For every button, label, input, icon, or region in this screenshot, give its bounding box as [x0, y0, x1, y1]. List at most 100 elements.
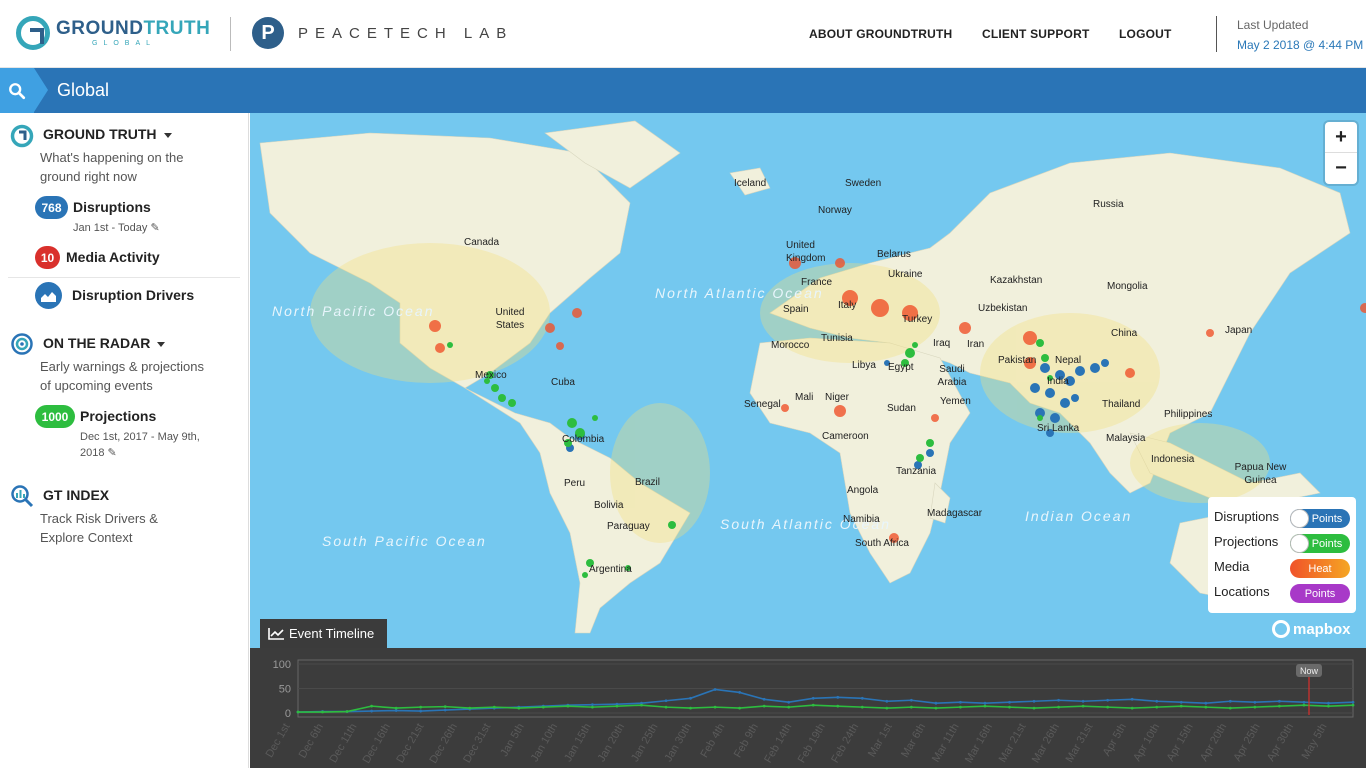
timeline-point	[1106, 705, 1110, 709]
now-label: Now	[1300, 666, 1319, 676]
media-activity-link[interactable]: Media Activity	[66, 249, 160, 265]
mapbox-logo-icon	[1272, 620, 1290, 638]
ground-truth-heading[interactable]: GROUND TRUTH	[43, 126, 172, 142]
country-label: United Kingdom	[786, 240, 826, 264]
timeline-point	[885, 699, 889, 703]
timeline-point	[517, 706, 521, 710]
x-tick-label: Jan 25th	[629, 722, 660, 765]
mapbox-attribution[interactable]: mapbox	[1272, 620, 1351, 638]
disruptions-date: Jan 1st - Today	[73, 222, 148, 234]
country-label: Ukraine	[888, 269, 923, 280]
timeline-point	[1032, 699, 1036, 703]
projections-date: Dec 1st, 2017 - May 9th, 2018	[80, 431, 200, 459]
timeline-point	[738, 691, 742, 694]
search-button[interactable]	[0, 68, 34, 113]
disruptions-toggle[interactable]: Points	[1290, 509, 1350, 528]
timeline-point	[909, 698, 913, 702]
x-tick-label: Apr 10th	[1131, 722, 1162, 764]
x-tick-label: Jan 30th	[663, 722, 694, 765]
gt-index-title[interactable]: GT INDEX	[43, 487, 109, 503]
top-bar: GROUNDTRUTH GLOBAL P PEACETECH LAB ABOUT…	[0, 0, 1366, 68]
projections-date-range[interactable]: Dec 1st, 2017 - May 9th, 2018 ✎	[80, 429, 220, 461]
ocean-label: North Pacific Ocean	[272, 303, 435, 319]
timeline-point	[762, 697, 766, 701]
country-label: Thailand	[1102, 399, 1141, 410]
nav-logout[interactable]: LOGOUT	[1119, 27, 1172, 41]
country-label: Pakistan	[998, 355, 1037, 366]
ocean-label: South Pacific Ocean	[322, 533, 487, 549]
mapbox-text: mapbox	[1293, 620, 1351, 638]
nav-client-support[interactable]: CLIENT SUPPORT	[982, 27, 1089, 41]
timeline-point	[394, 706, 398, 710]
timeline-point	[566, 704, 570, 708]
legend-projections-label: Projections	[1214, 534, 1279, 549]
groundtruth-logo[interactable]: GROUNDTRUTH GLOBAL	[16, 16, 210, 50]
timeline-point	[664, 705, 668, 709]
peacetech-logo[interactable]: P PEACETECH LAB	[252, 17, 513, 49]
country-label: India	[1047, 376, 1069, 387]
timeline-point	[591, 703, 594, 707]
x-tick-label: Jan 20th	[596, 722, 627, 765]
timeline-point	[1228, 706, 1232, 710]
country-label: Argentina	[589, 564, 632, 575]
caret-down-icon[interactable]	[163, 132, 172, 138]
region-title[interactable]: Global	[57, 80, 109, 101]
media-toggle[interactable]: Heat	[1290, 559, 1350, 578]
logo-word-truth: TRUTH	[143, 18, 211, 39]
x-tick-label: Apr 15th	[1165, 722, 1196, 764]
projections-toggle[interactable]: Points	[1290, 534, 1350, 553]
x-tick-label: Dec 16th	[361, 722, 393, 766]
zoom-in-button[interactable]: +	[1325, 122, 1357, 153]
area-chart-icon	[41, 291, 56, 302]
map-canvas[interactable]	[250, 113, 1366, 648]
edit-icon[interactable]: ✎	[108, 447, 117, 459]
x-tick-label: Feb 4th	[698, 722, 727, 760]
gt-index-icon	[11, 485, 34, 508]
nav-about[interactable]: ABOUT GROUNDTRUTH	[809, 27, 952, 41]
country-label: Peru	[564, 478, 586, 489]
edit-icon[interactable]: ✎	[150, 222, 159, 234]
y-tick-label: 0	[285, 708, 291, 720]
groundtruth-section-icon	[10, 124, 34, 148]
x-tick-label: Dec 31st	[461, 722, 493, 766]
timeline-series-line	[297, 688, 1354, 713]
locations-toggle[interactable]: Points	[1290, 584, 1350, 603]
timeline-point	[1253, 700, 1257, 704]
x-tick-label: Apr 30th	[1265, 722, 1296, 764]
x-tick-label: May 5th	[1300, 722, 1330, 762]
timeline-svg[interactable]: 100500NowDec 1st Dec 6th Dec 11th Dec 16th D…	[250, 648, 1366, 768]
on-the-radar-heading[interactable]: ON THE RADAR	[43, 335, 166, 351]
toggle-knob	[1290, 534, 1309, 553]
timeline-point	[689, 706, 692, 710]
world-map[interactable]: North Pacific Ocean North Atlantic Ocean…	[250, 113, 1366, 648]
country-label: Angola	[847, 485, 879, 496]
timeline-point	[1057, 698, 1060, 702]
ground-truth-desc: What's happening on the ground right now	[40, 150, 184, 184]
timeline-point	[1081, 704, 1085, 708]
timeline-point	[836, 704, 840, 708]
projections-link[interactable]: Projections	[80, 408, 156, 424]
timeline-point	[959, 700, 962, 704]
disruptions-date-range[interactable]: Jan 1st - Today ✎	[73, 220, 160, 236]
sidebar: GROUND TRUTH What's happening on the gro…	[0, 113, 249, 768]
event-timeline-chart[interactable]: 100 50 0 Now Dec 1st Dec 6th Dec 11th Dec 16th D…	[250, 648, 1366, 768]
x-tick-label: Dec 26th	[427, 722, 459, 766]
event-timeline-tab[interactable]: Event Timeline	[260, 619, 387, 648]
gt-index-desc: Track Risk Drivers & Explore Context	[40, 511, 158, 545]
country-label: Mexico	[475, 370, 507, 381]
timeline-point	[860, 696, 864, 700]
logo-word-ground: GROUND	[56, 18, 144, 39]
x-tick-label: Dec 21st	[394, 722, 426, 766]
caret-down-icon[interactable]	[157, 341, 166, 347]
timeline-point	[1351, 700, 1355, 704]
country-label: Malaysia	[1106, 433, 1146, 444]
disruptions-link[interactable]: Disruptions	[73, 199, 151, 215]
groundtruth-logo-icon	[16, 16, 50, 50]
zoom-out-button[interactable]: −	[1325, 153, 1357, 184]
country-label: Spain	[783, 304, 809, 315]
timeline-point	[983, 701, 987, 705]
country-label: Sri Lanka	[1037, 423, 1080, 434]
country-label: Kazakhstan	[990, 275, 1043, 286]
legend-disruptions-label: Disruptions	[1214, 509, 1280, 524]
disruption-drivers-link[interactable]: Disruption Drivers	[72, 287, 194, 303]
